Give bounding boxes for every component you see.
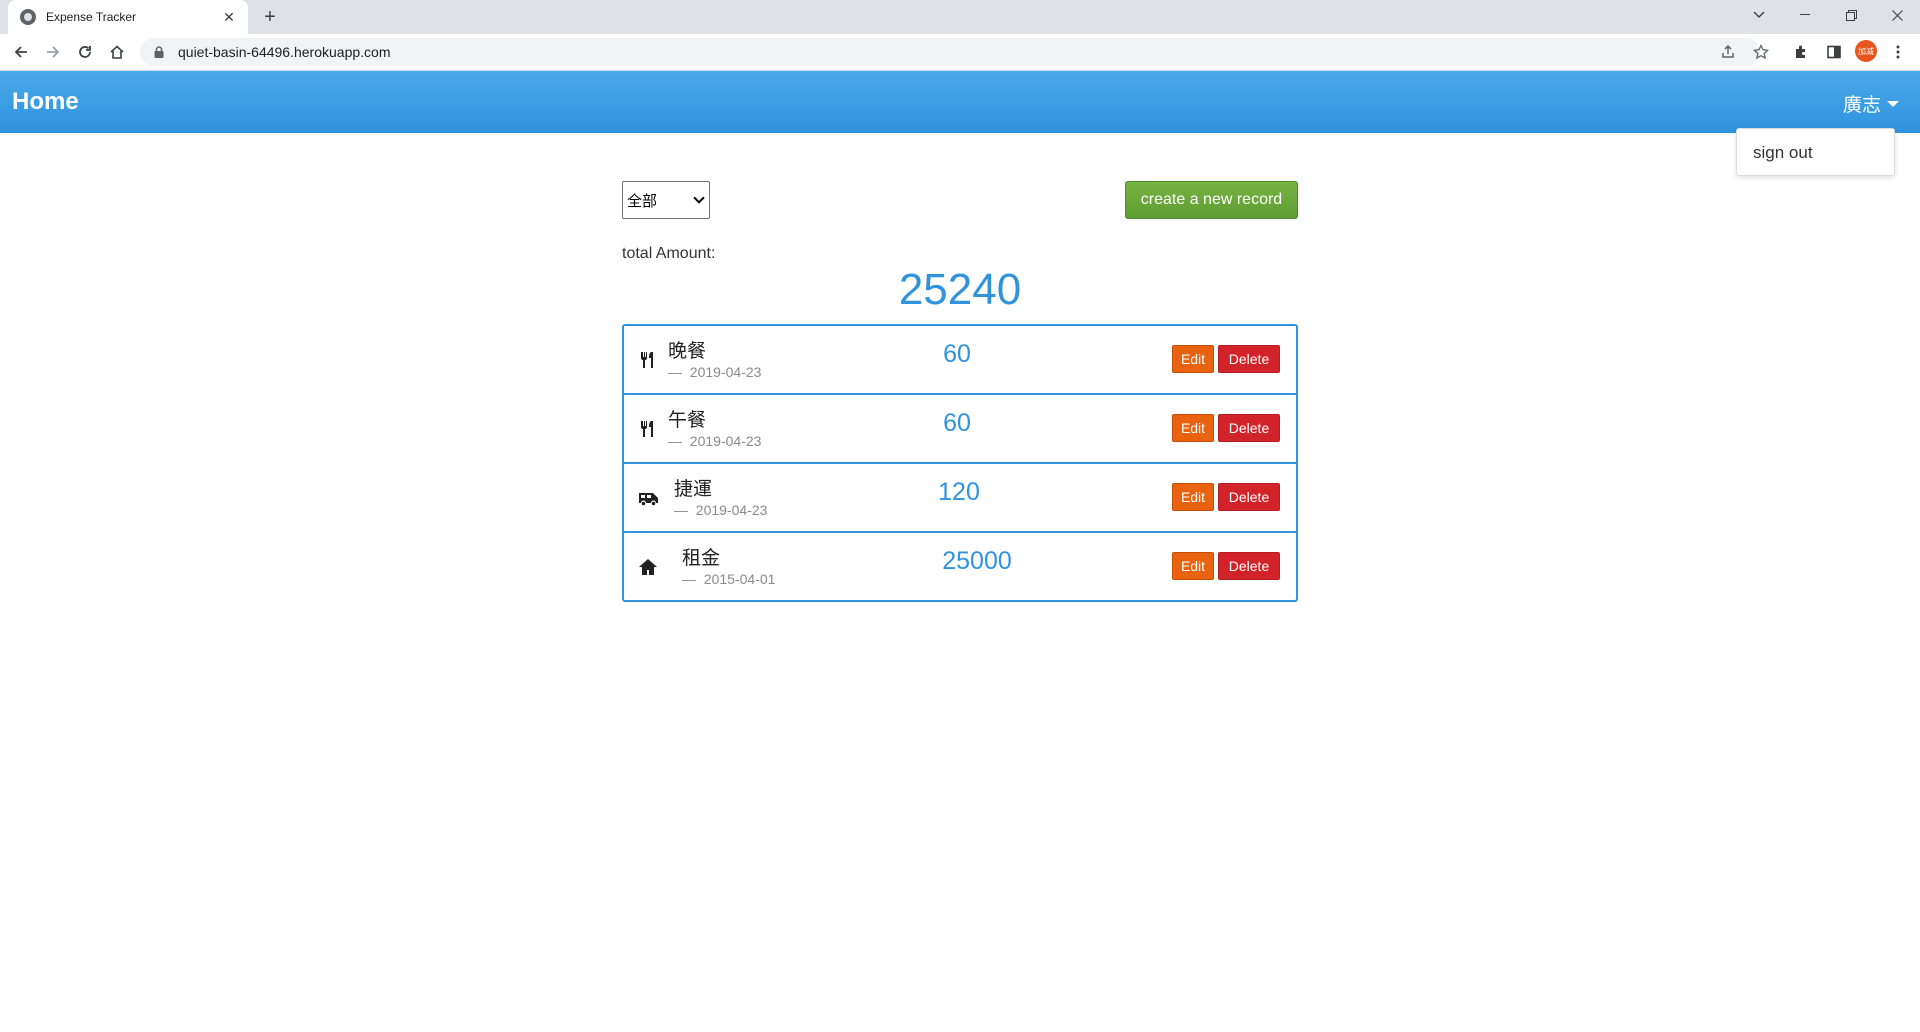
user-dropdown-menu: sign out	[1736, 128, 1895, 176]
minimize-button[interactable]	[1782, 0, 1828, 30]
edit-button[interactable]: Edit	[1172, 345, 1214, 373]
browser-menu-icon[interactable]	[1886, 40, 1910, 64]
create-record-button[interactable]: create a new record	[1125, 181, 1298, 219]
record-name: 租金	[682, 548, 721, 569]
edit-button[interactable]: Edit	[1172, 414, 1214, 442]
filter-selected-value: 全部	[627, 192, 658, 210]
share-icon[interactable]	[1716, 40, 1740, 64]
record-row: 捷運 — 2019-04-23 120 Edit Delete	[624, 464, 1296, 533]
address-bar[interactable]: quiet-basin-64496.herokuapp.com	[140, 38, 1760, 66]
lock-icon	[154, 46, 164, 58]
record-name: 晚餐	[668, 341, 707, 362]
record-row: 租金 — 2015-04-01 25000 Edit Delete	[624, 533, 1296, 600]
utensils-icon	[641, 352, 653, 368]
record-date: — 2019-04-23	[674, 502, 768, 518]
record-amount: 25000	[942, 547, 1012, 575]
close-window-button[interactable]	[1874, 0, 1920, 30]
delete-button[interactable]: Delete	[1218, 345, 1280, 373]
utensils-icon	[641, 421, 653, 437]
reload-icon[interactable]	[73, 40, 97, 64]
edit-button[interactable]: Edit	[1172, 552, 1214, 580]
total-amount-label: total Amount:	[622, 245, 716, 262]
category-filter-select[interactable]: 全部	[622, 181, 710, 219]
record-name: 捷運	[674, 479, 713, 500]
record-amount: 60	[943, 340, 971, 368]
home-icon	[639, 559, 657, 575]
sign-out-link[interactable]: sign out	[1753, 143, 1813, 163]
record-date: — 2019-04-23	[668, 433, 762, 449]
shuttle-van-icon	[639, 493, 658, 506]
edit-button[interactable]: Edit	[1172, 483, 1214, 511]
profile-avatar[interactable]: 加减	[1855, 40, 1877, 62]
delete-button[interactable]: Delete	[1218, 483, 1280, 511]
forward-icon[interactable]	[41, 40, 65, 64]
record-name: 午餐	[668, 410, 707, 431]
record-date: — 2019-04-23	[668, 364, 762, 380]
user-name: 廣志	[1842, 95, 1881, 116]
bookmark-star-icon[interactable]	[1749, 40, 1773, 64]
side-panel-icon[interactable]	[1822, 40, 1846, 64]
restore-button[interactable]	[1828, 0, 1874, 30]
home-link[interactable]: Home	[12, 88, 79, 116]
delete-button[interactable]: Delete	[1218, 552, 1280, 580]
caret-down-icon	[1887, 100, 1899, 107]
extensions-icon[interactable]	[1789, 40, 1813, 64]
total-amount-value: 25240	[898, 265, 1022, 314]
close-tab-icon[interactable]: ✕	[220, 9, 238, 26]
globe-icon	[20, 9, 36, 25]
tab-search-icon[interactable]	[1736, 0, 1782, 30]
back-icon[interactable]	[9, 40, 33, 64]
new-tab-button[interactable]: +	[258, 6, 282, 30]
delete-button[interactable]: Delete	[1218, 414, 1280, 442]
user-menu-toggle[interactable]: 廣志	[1843, 90, 1899, 117]
navbar: Home 廣志	[0, 71, 1920, 133]
browser-tab-strip: Expense Tracker ✕ +	[0, 0, 1920, 34]
browser-toolbar: quiet-basin-64496.herokuapp.com	[0, 34, 1920, 71]
tab-title: Expense Tracker	[46, 10, 137, 24]
browser-tab[interactable]: Expense Tracker ✕	[8, 0, 248, 34]
record-amount: 120	[938, 478, 980, 506]
record-list: 晚餐 — 2019-04-23 60 Edit Delete 午餐 — 2019…	[622, 324, 1298, 602]
record-row: 晚餐 — 2019-04-23 60 Edit Delete	[624, 326, 1296, 395]
record-row: 午餐 — 2019-04-23 60 Edit Delete	[624, 395, 1296, 464]
record-date: — 2015-04-01	[682, 571, 776, 587]
record-amount: 60	[943, 409, 971, 437]
home-browser-icon[interactable]	[105, 40, 129, 64]
chevron-down-icon	[693, 192, 705, 204]
url-text: quiet-basin-64496.herokuapp.com	[178, 44, 391, 60]
